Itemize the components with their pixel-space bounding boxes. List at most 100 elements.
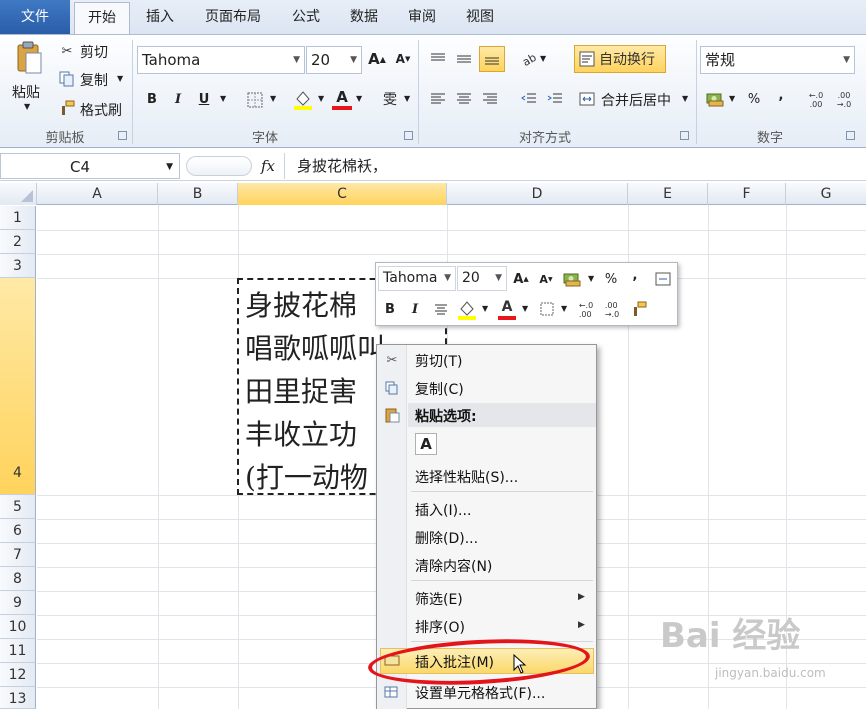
row-header-8[interactable]: 8 bbox=[0, 567, 36, 591]
align-center-icon[interactable] bbox=[453, 88, 475, 110]
underline-button[interactable]: U bbox=[193, 88, 215, 110]
merge-dropdown-icon[interactable]: ▼ bbox=[682, 94, 688, 103]
phonetic-dropdown-icon[interactable]: ▼ bbox=[404, 94, 410, 103]
column-header-e[interactable]: E bbox=[628, 183, 708, 205]
tab-view[interactable]: 视图 bbox=[458, 0, 502, 34]
mini-grow-font-button[interactable]: A ▲ bbox=[510, 268, 532, 290]
tab-file[interactable]: 文件 bbox=[0, 0, 70, 34]
mini-currency-icon[interactable] bbox=[561, 268, 583, 290]
row-header-11[interactable]: 11 bbox=[0, 639, 36, 663]
bold-button[interactable]: B bbox=[141, 88, 163, 110]
decrease-decimal-icon[interactable]: .00 →.0 bbox=[832, 88, 856, 112]
font-size-combo[interactable]: 20 ▼ bbox=[306, 46, 362, 74]
mini-currency-dropdown-icon[interactable]: ▼ bbox=[588, 274, 594, 283]
mini-format-painter-icon[interactable] bbox=[628, 298, 650, 320]
grow-font-button[interactable]: A ▲ bbox=[366, 48, 388, 70]
fill-color-dropdown-icon[interactable]: ▼ bbox=[318, 94, 324, 103]
orientation-dropdown-icon[interactable]: ▼ bbox=[540, 54, 546, 63]
menu-item-copy[interactable]: 复制(C) bbox=[415, 379, 464, 399]
mini-font-color-icon[interactable]: A bbox=[496, 296, 518, 322]
increase-indent-icon[interactable] bbox=[544, 88, 566, 110]
tab-formulas[interactable]: 公式 bbox=[284, 0, 328, 34]
row-header-13[interactable]: 13 bbox=[0, 687, 36, 709]
italic-button[interactable]: I bbox=[167, 88, 189, 110]
mini-font-name-combo[interactable]: Tahoma ▼ bbox=[378, 266, 456, 291]
formula-bar-resize-handle[interactable] bbox=[186, 156, 252, 176]
font-launcher-icon[interactable] bbox=[404, 131, 413, 140]
column-header-g[interactable]: G bbox=[786, 183, 866, 205]
format-painter-icon[interactable] bbox=[58, 99, 76, 117]
phonetic-guide-button[interactable]: 雯 bbox=[379, 88, 401, 110]
select-all-corner[interactable] bbox=[0, 183, 37, 205]
border-dropdown-icon[interactable]: ▼ bbox=[270, 94, 276, 103]
font-name-combo[interactable]: Tahoma ▼ bbox=[137, 46, 305, 74]
menu-item-filter[interactable]: 筛选(E) bbox=[415, 589, 463, 609]
mini-shrink-font-button[interactable]: A ▼ bbox=[535, 268, 557, 290]
menu-item-clear-contents[interactable]: 清除内容(N) bbox=[415, 556, 492, 576]
mini-fill-dropdown-icon[interactable]: ▼ bbox=[482, 304, 488, 313]
align-middle-icon[interactable] bbox=[453, 48, 475, 70]
paste-dropdown-icon[interactable]: ▼ bbox=[24, 102, 30, 111]
mini-border-icon[interactable] bbox=[536, 298, 558, 320]
orientation-icon[interactable]: ab bbox=[518, 48, 540, 70]
row-header-10[interactable]: 10 bbox=[0, 615, 36, 639]
row-header-9[interactable]: 9 bbox=[0, 591, 36, 615]
scissors-icon[interactable]: ✂ bbox=[58, 42, 76, 60]
copy-dropdown-icon[interactable]: ▼ bbox=[117, 74, 123, 83]
merge-center-icon[interactable] bbox=[578, 89, 596, 109]
font-color-icon[interactable]: A bbox=[331, 86, 353, 112]
mini-italic-button[interactable]: I bbox=[404, 298, 426, 320]
border-icon[interactable] bbox=[244, 89, 266, 111]
paste-button[interactable]: 粘贴 bbox=[12, 82, 40, 102]
mini-merge-icon[interactable] bbox=[652, 268, 674, 290]
fill-color-icon[interactable] bbox=[292, 88, 314, 112]
decrease-indent-icon[interactable] bbox=[518, 88, 540, 110]
wrap-text-button[interactable]: 自动换行 bbox=[574, 45, 666, 73]
align-top-icon[interactable] bbox=[427, 48, 449, 70]
number-launcher-icon[interactable] bbox=[846, 131, 855, 140]
row-header-12[interactable]: 12 bbox=[0, 663, 36, 687]
paste-text-only-button[interactable]: A bbox=[415, 433, 437, 455]
mini-bold-button[interactable]: B bbox=[379, 298, 401, 320]
align-bottom-icon[interactable] bbox=[479, 46, 505, 72]
format-painter-button[interactable]: 格式刷 bbox=[80, 100, 122, 120]
mini-comma-button[interactable]: , bbox=[624, 264, 646, 286]
mini-font-color-dropdown-icon[interactable]: ▼ bbox=[522, 304, 528, 313]
formula-input[interactable]: 身披花棉袄， bbox=[284, 153, 866, 179]
column-header-a[interactable]: A bbox=[37, 183, 158, 205]
mini-decrease-decimal-icon[interactable]: .00 →.0 bbox=[600, 298, 624, 322]
shrink-font-button[interactable]: A ▼ bbox=[392, 48, 414, 70]
row-header-4[interactable]: 4 bbox=[0, 278, 36, 495]
currency-icon[interactable] bbox=[704, 88, 726, 110]
comma-button[interactable]: , bbox=[770, 84, 792, 106]
menu-item-delete[interactable]: 删除(D)... bbox=[415, 528, 478, 548]
row-header-1[interactable]: 1 bbox=[0, 206, 36, 230]
font-color-dropdown-icon[interactable]: ▼ bbox=[356, 94, 362, 103]
underline-dropdown-icon[interactable]: ▼ bbox=[220, 94, 226, 103]
row-header-7[interactable]: 7 bbox=[0, 543, 36, 567]
currency-dropdown-icon[interactable]: ▼ bbox=[729, 94, 735, 103]
tab-data[interactable]: 数据 bbox=[342, 0, 386, 34]
mini-align-center-icon[interactable] bbox=[430, 298, 452, 320]
tab-page-layout[interactable]: 页面布局 bbox=[196, 0, 270, 34]
row-header-6[interactable]: 6 bbox=[0, 519, 36, 543]
column-header-b[interactable]: B bbox=[158, 183, 238, 205]
mini-fill-color-icon[interactable] bbox=[456, 298, 478, 322]
align-right-icon[interactable] bbox=[479, 88, 501, 110]
row-header-2[interactable]: 2 bbox=[0, 230, 36, 254]
column-header-d[interactable]: D bbox=[447, 183, 628, 205]
mini-percent-button[interactable]: % bbox=[600, 268, 622, 290]
mini-font-size-combo[interactable]: 20 ▼ bbox=[457, 266, 507, 291]
mini-increase-decimal-icon[interactable]: ←.0 .00 bbox=[574, 298, 598, 322]
number-format-combo[interactable]: 常规 ▼ bbox=[700, 46, 855, 74]
clipboard-launcher-icon[interactable] bbox=[118, 131, 127, 140]
menu-item-format-cells[interactable]: 设置单元格格式(F)... bbox=[415, 683, 545, 703]
menu-item-cut[interactable]: 剪切(T) bbox=[415, 351, 462, 371]
percent-button[interactable]: % bbox=[743, 88, 765, 110]
tab-insert[interactable]: 插入 bbox=[138, 0, 182, 34]
insert-function-icon[interactable]: fx bbox=[256, 155, 280, 177]
copy-button[interactable]: 复制 bbox=[80, 70, 108, 90]
row-header-5[interactable]: 5 bbox=[0, 495, 36, 519]
increase-decimal-icon[interactable]: ←.0 .00 bbox=[804, 88, 828, 112]
name-box[interactable]: C4 ▼ bbox=[0, 153, 180, 179]
